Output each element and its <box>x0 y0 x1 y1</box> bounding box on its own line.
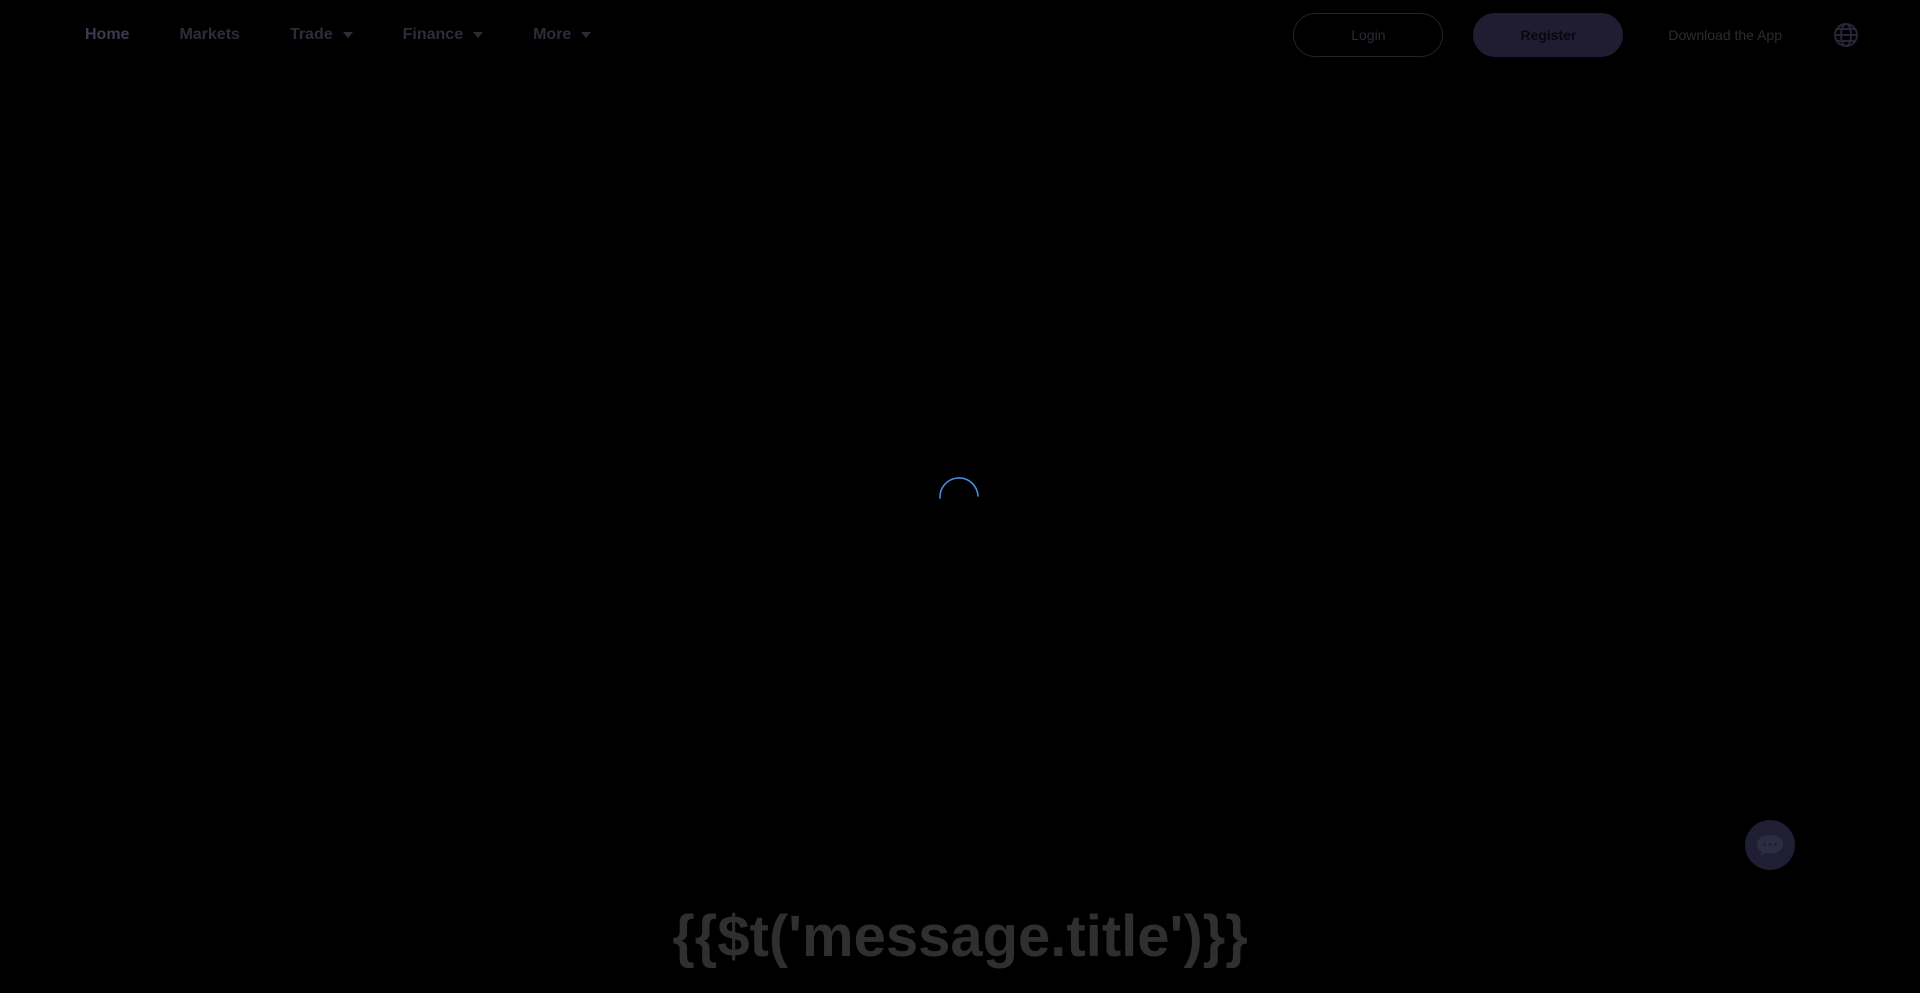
header-actions: Login Register Download the App <box>1293 0 1860 70</box>
page: Home Markets Trade Finance More Login Re… <box>0 0 1920 993</box>
nav-more-label: More <box>533 26 572 43</box>
login-button[interactable]: Login <box>1293 13 1444 57</box>
message-title: {{$t('message.title')}} <box>672 904 1248 969</box>
download-app-link[interactable]: Download the App <box>1668 27 1782 43</box>
chevron-down-icon <box>473 32 484 38</box>
main-nav: Home Markets Trade Finance More <box>85 0 641 70</box>
globe-icon[interactable] <box>1832 21 1860 49</box>
register-button[interactable]: Register <box>1473 13 1624 57</box>
chat-button[interactable] <box>1745 820 1795 870</box>
nav-markets[interactable]: Markets <box>179 26 239 44</box>
chevron-down-icon <box>581 32 592 38</box>
nav-trade[interactable]: Trade <box>290 26 353 44</box>
spinner-icon <box>937 476 981 520</box>
nav-home-label: Home <box>85 26 130 43</box>
nav-markets-label: Markets <box>179 26 240 43</box>
nav-finance-label: Finance <box>402 26 464 43</box>
nav-home[interactable]: Home <box>85 26 129 44</box>
nav-trade-label: Trade <box>289 26 333 43</box>
nav-finance[interactable]: Finance <box>402 26 484 44</box>
chevron-down-icon <box>342 32 353 38</box>
top-header: Home Markets Trade Finance More Login Re… <box>0 0 1920 70</box>
nav-more[interactable]: More <box>533 26 592 44</box>
chat-bubble-icon <box>1757 835 1783 856</box>
